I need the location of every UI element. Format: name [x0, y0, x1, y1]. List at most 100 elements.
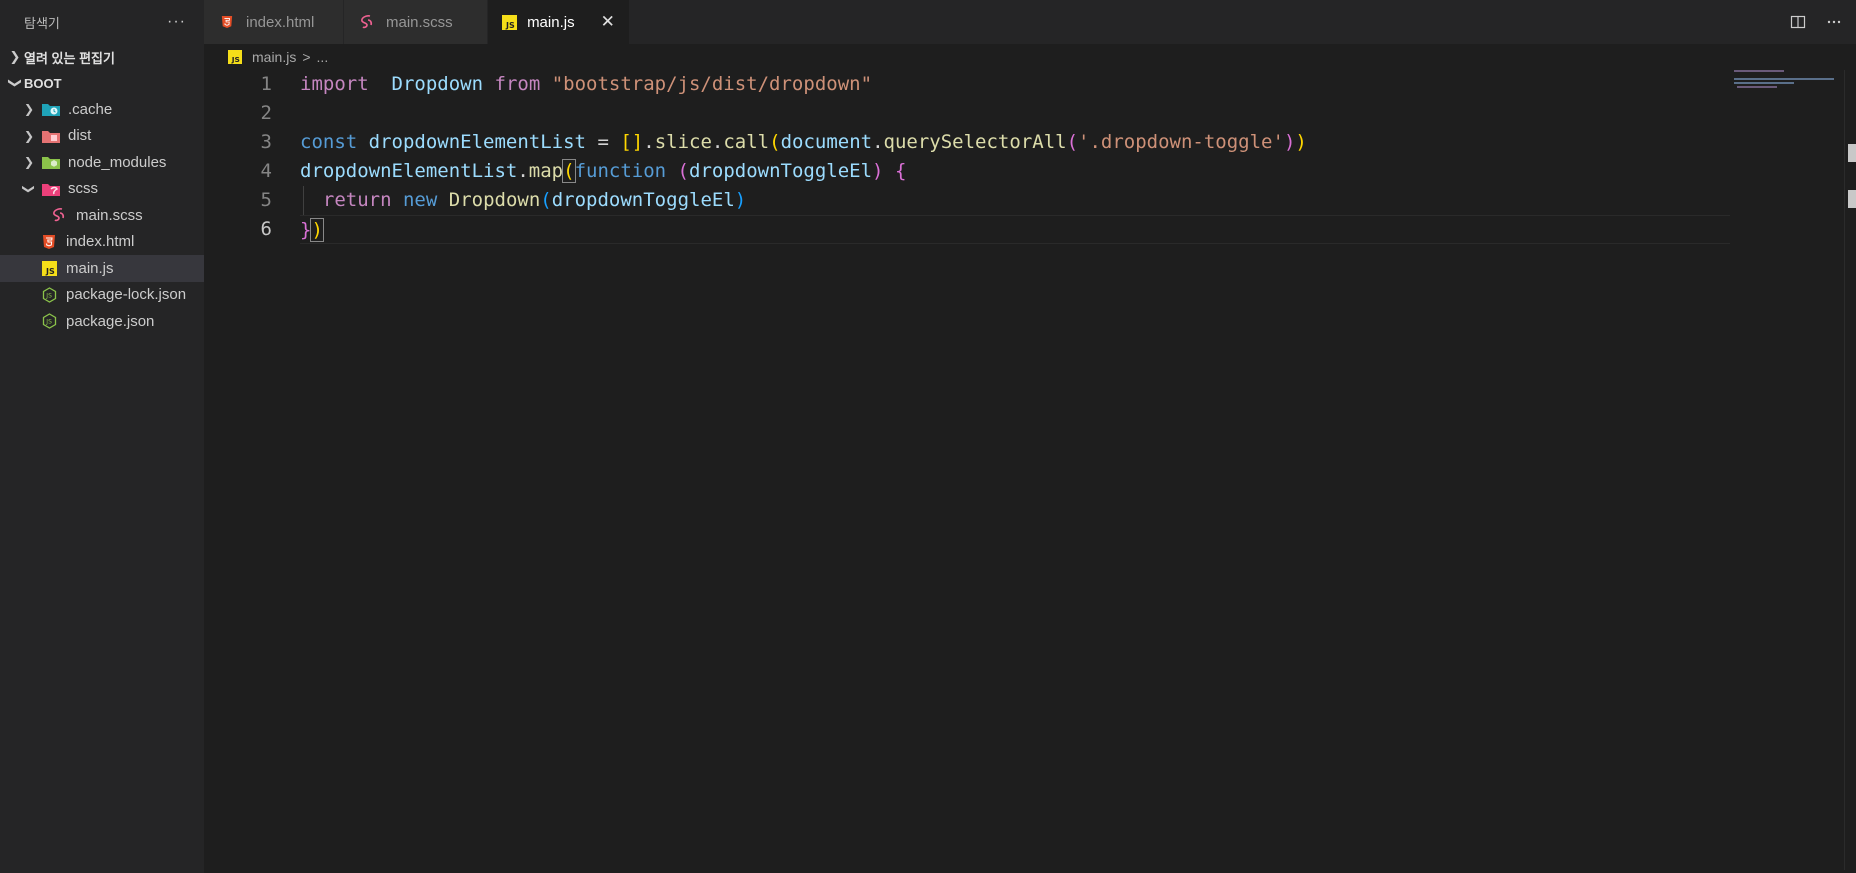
line-number: 5 — [260, 189, 272, 211]
svg-text:JS: JS — [45, 319, 52, 326]
code-editor[interactable]: 1 2 3 4 5 6 import Dropdown from "bootst… — [204, 70, 1856, 870]
line-number-gutter: 1 2 3 4 5 6 — [204, 70, 272, 244]
tree-item-label: main.js — [66, 259, 114, 277]
token-bracket: ( — [677, 160, 689, 182]
tree-item-node-modules[interactable]: ❯ node_modules — [0, 149, 204, 176]
workspace-root-label: BOOT — [24, 75, 62, 91]
line-number: 3 — [260, 131, 272, 153]
chevron-right-icon: ❯ — [23, 128, 35, 143]
sass-icon — [50, 207, 68, 223]
line-number: 1 — [260, 73, 272, 95]
svg-text:JS: JS — [45, 292, 52, 299]
chevron-right-icon: ❯ — [9, 49, 21, 64]
js-icon: JS — [40, 260, 58, 276]
minimap-line — [1734, 78, 1834, 80]
vertical-scrollbar[interactable] — [1844, 70, 1856, 870]
token-punct: . — [517, 160, 529, 182]
token-bracket: ) — [872, 160, 884, 182]
folder-node-icon — [42, 154, 60, 170]
token-punct: . — [711, 131, 724, 153]
token-punct: . — [643, 131, 655, 153]
token-identifier: dropdownElementList — [300, 160, 518, 182]
tree-item-cache[interactable]: ❯ .cache — [0, 96, 204, 123]
code-area[interactable]: import Dropdown from "bootstrap/js/dist/… — [300, 70, 1730, 244]
tree-item-index-html[interactable]: index.html — [0, 229, 204, 256]
tree-item-package-json[interactable]: JS package.json — [0, 308, 204, 335]
folder-cache-icon — [42, 101, 60, 117]
html5-icon — [40, 234, 58, 250]
token-bracket: [] — [620, 131, 644, 153]
chevron-down-icon: ❯ — [22, 183, 36, 194]
js-icon: JS — [226, 49, 244, 65]
token-bracket: } — [300, 219, 312, 241]
split-editor-icon[interactable] — [1786, 10, 1810, 34]
explorer-title: 탐색기 — [24, 15, 60, 31]
code-line-6[interactable]: }) — [300, 215, 1730, 244]
minimap[interactable] — [1734, 70, 1844, 90]
chevron-right-icon: ❯ — [23, 102, 35, 117]
tab-main-js[interactable]: JS main.js ✕ — [488, 0, 630, 44]
breadcrumb-symbol[interactable]: ... — [317, 49, 329, 65]
token-keyword: return — [322, 189, 392, 211]
token-bracket: ) — [310, 218, 324, 242]
token-storage: function — [574, 160, 667, 182]
more-actions-icon[interactable] — [1822, 10, 1846, 34]
html5-icon — [218, 14, 236, 30]
sass-icon — [358, 14, 376, 30]
code-line-4[interactable]: dropdownElementList.map(function (dropdo… — [300, 157, 1730, 186]
chevron-right-icon: ❯ — [23, 155, 35, 170]
tree-item-label: main.scss — [76, 206, 143, 224]
tree-item-scss[interactable]: ❯ scss — [0, 176, 204, 203]
breadcrumb-file[interactable]: main.js — [252, 49, 296, 65]
tree-item-package-lock-json[interactable]: JS package-lock.json — [0, 282, 204, 309]
tree-item-label: .cache — [68, 100, 113, 118]
tree-item-label: scss — [68, 180, 98, 198]
js-icon: JS — [502, 14, 518, 30]
scrollbar-marker — [1848, 144, 1856, 162]
nodejs-icon: JS — [40, 286, 58, 303]
workspace-root-section[interactable]: ❯ BOOT — [0, 70, 204, 96]
token-keyword: import — [300, 73, 369, 95]
code-line-1[interactable]: import Dropdown from "bootstrap/js/dist/… — [300, 70, 1730, 99]
tree-item-label: index.html — [66, 233, 135, 251]
line-number-current: 6 — [260, 218, 272, 240]
token-bracket: ) — [1283, 131, 1296, 153]
tab-label: main.js — [527, 13, 575, 31]
open-editors-section[interactable]: ❯ 열려 있는 편집기 — [0, 44, 204, 70]
token-function: call — [723, 131, 770, 153]
token-identifier: dropdownToggleEl — [551, 189, 735, 211]
token-function: querySelectorAll — [883, 131, 1067, 153]
token-keyword: from — [494, 73, 541, 95]
token-bracket: { — [894, 160, 907, 182]
minimap-line — [1734, 70, 1784, 72]
tree-item-main-scss[interactable]: main.scss — [0, 202, 204, 229]
minimap-line — [1734, 82, 1794, 84]
indent-guide — [303, 186, 304, 215]
token-bracket: ( — [769, 131, 781, 153]
token-bracket: ) — [1295, 131, 1307, 153]
token-identifier: Dropdown — [391, 73, 484, 95]
close-icon[interactable]: ✕ — [599, 11, 617, 33]
token-bracket: ( — [540, 189, 552, 211]
nodejs-icon: JS — [40, 313, 58, 330]
minimap-line — [1737, 86, 1777, 88]
tab-index-html[interactable]: index.html — [204, 0, 344, 44]
more-actions-icon[interactable]: ··· — [167, 13, 186, 31]
token-bracket: ( — [1066, 131, 1079, 153]
tab-main-scss[interactable]: main.scss — [344, 0, 488, 44]
code-line-3[interactable]: const dropdownElementList = [].slice.cal… — [300, 128, 1730, 157]
token-parameter: dropdownToggleEl — [689, 160, 873, 182]
code-line-5[interactable]: return new Dropdown(dropdownToggleEl) — [300, 186, 1730, 215]
tree-item-main-js[interactable]: JS main.js — [0, 255, 204, 282]
token-punct: . — [872, 131, 884, 153]
token-identifier: dropdownElementList — [368, 131, 586, 153]
tab-label: main.scss — [386, 13, 453, 31]
token-string: "bootstrap/js/dist/dropdown" — [551, 73, 873, 95]
code-line-2[interactable] — [300, 99, 1730, 128]
tree-item-label: node_modules — [68, 153, 167, 171]
explorer-header: 탐색기 ··· — [0, 0, 204, 44]
tree-item-label: package-lock.json — [66, 286, 187, 304]
scrollbar-marker — [1848, 190, 1856, 208]
tree-item-dist[interactable]: ❯ dist — [0, 123, 204, 150]
line-number: 2 — [260, 102, 272, 124]
